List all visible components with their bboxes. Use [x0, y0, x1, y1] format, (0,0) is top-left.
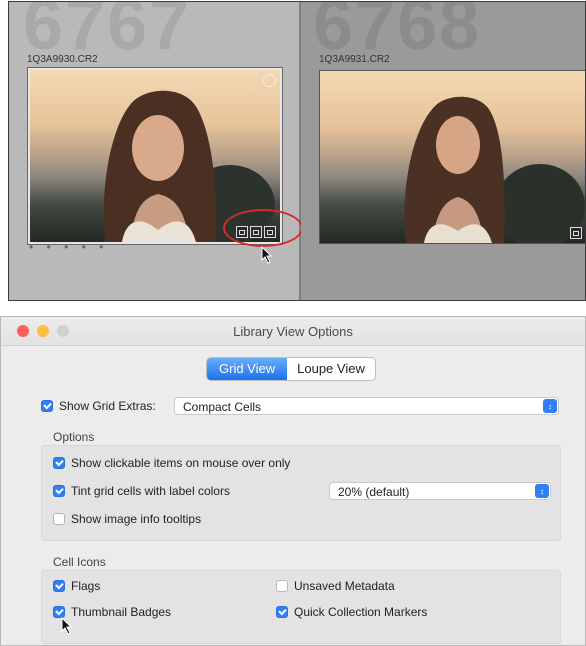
tint-grid-cells-checkbox[interactable]: [53, 485, 65, 497]
cell-icon-row: Quick Collection Markers: [276, 605, 427, 619]
cell-filename: 1Q3A9930.CR2: [27, 54, 98, 65]
grid-cell[interactable]: 6768 1Q3A9931.CR2: [301, 2, 585, 300]
image-info-tooltips-checkbox[interactable]: [53, 513, 65, 525]
mouse-pointer-icon: [61, 617, 73, 635]
view-tab-switcher: Grid View Loupe View: [206, 357, 376, 381]
library-view-options-dialog: Library View Options Grid View Loupe Vie…: [0, 316, 586, 646]
option-label: Show image info tooltips: [71, 512, 202, 526]
unsaved-metadata-checkbox[interactable]: [276, 580, 288, 592]
thumbnail-grid: 6767 1Q3A9930.CR2 • • • • • 6768 1Q3A993…: [8, 1, 586, 301]
option-label: Tint grid cells with label colors: [71, 484, 230, 498]
options-heading: Options: [53, 430, 95, 444]
cell-icon-row: Flags: [53, 579, 100, 593]
clickable-items-checkbox[interactable]: [53, 457, 65, 469]
select-stepper-icon: ↕: [535, 484, 549, 498]
show-grid-extras-row: Show Grid Extras:: [41, 399, 156, 413]
tint-percentage-value: 20% (default): [338, 485, 410, 499]
show-grid-extras-label: Show Grid Extras:: [59, 399, 156, 413]
quick-collection-markers-checkbox[interactable]: [276, 606, 288, 618]
tint-percentage-select[interactable]: 20% (default) ↕: [329, 482, 551, 500]
collection-badge-icon[interactable]: [570, 227, 582, 239]
rating-dots[interactable]: • • • • •: [29, 240, 108, 254]
flags-checkbox[interactable]: [53, 580, 65, 592]
option-row: Tint grid cells with label colors: [53, 484, 230, 498]
cell-icon-label: Unsaved Metadata: [294, 579, 395, 593]
option-label: Show clickable items on mouse over only: [71, 456, 291, 470]
quick-collection-circle-icon[interactable]: [263, 74, 276, 87]
grid-extras-select-value: Compact Cells: [183, 400, 262, 414]
thumbnail-image[interactable]: [319, 70, 585, 244]
window-titlebar[interactable]: Library View Options: [1, 317, 585, 346]
cell-icon-label: Flags: [71, 579, 101, 593]
grid-extras-select[interactable]: Compact Cells ↕: [174, 397, 559, 415]
highlight-ellipse: [223, 209, 303, 247]
thumbnail-badges: [570, 227, 582, 239]
dialog-title: Library View Options: [233, 324, 353, 339]
show-grid-extras-checkbox[interactable]: [41, 400, 53, 412]
cell-filename: 1Q3A9931.CR2: [319, 54, 390, 65]
tab-grid-view[interactable]: Grid View: [207, 358, 288, 380]
cell-icon-row: Unsaved Metadata: [276, 579, 395, 593]
cell-icons-heading: Cell Icons: [53, 555, 106, 569]
portrait-photo: [320, 71, 585, 243]
mouse-pointer-icon: [261, 246, 273, 264]
cell-icon-label: Quick Collection Markers: [294, 605, 428, 619]
select-stepper-icon: ↕: [543, 399, 557, 413]
option-row: Show clickable items on mouse over only: [53, 456, 290, 470]
grid-cell-selected[interactable]: 6767 1Q3A9930.CR2 • • • • •: [9, 2, 303, 300]
cell-icon-label: Thumbnail Badges: [71, 605, 172, 619]
option-row: Show image info tooltips: [53, 512, 201, 526]
tab-loupe-view[interactable]: Loupe View: [287, 358, 375, 380]
